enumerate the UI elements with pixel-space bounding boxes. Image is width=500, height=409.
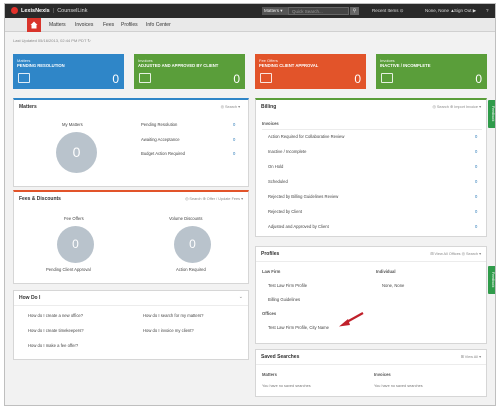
calculator-icon: [381, 73, 393, 83]
invoices-section-header: Invoices: [262, 121, 279, 126]
billing-panel: Billing ◎ Search ⊕ Import Invoice ▾ Invo…: [255, 98, 487, 237]
fee-offers-caption: Pending Client Approval: [46, 267, 91, 272]
last-updated: Last Updated 05/16/2013, 02:44 PM PDT ↻: [13, 38, 91, 43]
volume-discounts-count[interactable]: 0: [174, 226, 211, 263]
profiles-tools[interactable]: ⊞ View All Offices ◎ Search ▾: [430, 251, 481, 256]
nav-invoices[interactable]: Invoices: [75, 22, 93, 28]
my-matters-label: My Matters: [62, 122, 83, 127]
product-name: CounselLink: [57, 7, 88, 14]
howdoi-link[interactable]: How do I make a fee offer?: [28, 343, 78, 348]
law-firm-profile-link[interactable]: Test Law Firm Profile: [268, 283, 307, 288]
fee-offers-label: Fee Offers: [64, 216, 84, 221]
howdoi-link[interactable]: How do I search for my matters?: [143, 313, 204, 318]
individual-profile-link[interactable]: None, None: [382, 283, 404, 288]
fees-discounts-panel: Fees & Discounts ◎ Search ⊕ Offer / Upda…: [13, 190, 249, 284]
home-icon: [30, 21, 38, 29]
volume-discounts-label: Volume Discounts: [169, 216, 203, 221]
billing-row-link[interactable]: Rejected by Billing Guidelines Review: [268, 194, 338, 199]
search-scope-select[interactable]: Matters ▾: [262, 7, 288, 15]
fees-tools[interactable]: ◎ Search ⊕ Offer / Update Fees ▾: [185, 196, 243, 201]
saved-matters-header: Matters: [262, 372, 277, 377]
billing-guidelines-link[interactable]: Billing Guidelines: [268, 297, 300, 302]
volume-discounts-caption: Action Required: [176, 267, 206, 272]
tile-invoices-adjusted[interactable]: Invoices ADJUSTED AND APPROVED BY CLIENT…: [134, 54, 245, 89]
matters-search-link[interactable]: ◎ Search ▾: [221, 104, 240, 109]
recent-items-link[interactable]: Recent Items ⊙: [372, 8, 404, 14]
app-window: LexisNexis | CounselLink Matters ▾ Quick…: [4, 3, 496, 406]
matters-panel: Matters ◎ Search ▾ My Matters 0 Pending …: [13, 98, 249, 187]
tile-matters-pending[interactable]: Matters PENDING RESOLUTION 0: [13, 54, 124, 89]
billing-row-link[interactable]: Action Required for Collaborative Review: [268, 134, 344, 139]
law-firm-header: Law Firm: [262, 269, 281, 274]
nav-matters[interactable]: Matters: [49, 22, 66, 28]
howdoi-link[interactable]: How do I create timekeepers?: [28, 328, 84, 333]
fee-offers-count[interactable]: 0: [57, 226, 94, 263]
saved-invoices-empty: You have no saved searches: [374, 384, 423, 388]
top-bar: LexisNexis | CounselLink Matters ▾ Quick…: [5, 4, 495, 18]
brand-name: LexisNexis: [21, 7, 50, 14]
panel-title: Profiles: [261, 251, 280, 257]
billing-tools[interactable]: ◎ Search ⊕ Import Invoice ▾: [433, 104, 482, 109]
home-button[interactable]: [27, 18, 41, 32]
annotation-arrow-icon: [339, 312, 364, 327]
briefcase-icon: [18, 73, 30, 83]
my-matters-count[interactable]: 0: [56, 132, 97, 173]
saved-matters-empty: You have no saved searches: [262, 384, 311, 388]
main-nav: Matters Invoices Fees Profiles Info Cent…: [5, 18, 495, 32]
offices-header: Offices: [262, 311, 277, 316]
saved-view-all-link[interactable]: ⊞ View All ▾: [461, 354, 481, 359]
billing-row-link[interactable]: Rejected by Client: [268, 209, 302, 214]
panel-title: Billing: [261, 104, 277, 110]
user-menu[interactable]: None, None ▲: [425, 8, 455, 13]
awaiting-acceptance-link[interactable]: Awaiting Acceptance: [141, 137, 180, 142]
office-link[interactable]: Test Law Firm Profile, City Name: [268, 325, 329, 330]
logo[interactable]: LexisNexis | CounselLink: [11, 7, 87, 14]
lexisnexis-logo-icon: [11, 7, 18, 14]
quick-search-input[interactable]: Quick Search...: [288, 7, 349, 15]
help-icon[interactable]: ?: [486, 8, 489, 13]
calculator-icon: [139, 73, 151, 83]
saved-invoices-header: Invoices: [374, 372, 391, 377]
nav-info-center[interactable]: Info Center: [146, 22, 171, 28]
money-icon: [260, 73, 272, 83]
panel-title: How Do I: [19, 295, 41, 301]
tile-invoices-inactive[interactable]: Invoices INACTIVE / INCOMPLETE 0: [376, 54, 487, 89]
tile-fee-offers-pending[interactable]: Fee Offers PENDING CLIENT APPROVAL 0: [255, 54, 366, 89]
feedback-tab[interactable]: Feedback: [488, 266, 495, 294]
saved-searches-panel: Saved Searches ⊞ View All ▾ Matters Invo…: [255, 349, 487, 397]
search-icon[interactable]: ⚲: [350, 7, 359, 15]
howdoi-link[interactable]: How do I create a new office?: [28, 313, 83, 318]
pending-resolution-link[interactable]: Pending Resolution: [141, 122, 177, 127]
panel-title: Saved Searches: [261, 354, 300, 360]
profiles-panel: Profiles ⊞ View All Offices ◎ Search ▾ L…: [255, 246, 487, 344]
sign-out-link[interactable]: Sign Out ▶: [454, 8, 476, 14]
collapse-chevron-icon[interactable]: ⌄: [239, 294, 243, 300]
billing-row-link[interactable]: Scheduled: [268, 179, 288, 184]
billing-row-link[interactable]: Inactive / Incomplete: [268, 149, 306, 154]
nav-fees[interactable]: Fees: [103, 22, 114, 28]
howdoi-link[interactable]: How do I invoice my client?: [143, 328, 194, 333]
feedback-tab[interactable]: Feedback: [488, 100, 495, 128]
nav-profiles[interactable]: Profiles: [121, 22, 138, 28]
individual-header: Individual: [376, 269, 396, 274]
billing-row-link[interactable]: Adjusted and Approved by Client: [268, 224, 329, 229]
panel-title: Fees & Discounts: [19, 196, 61, 202]
billing-row-link[interactable]: On Hold: [268, 164, 283, 169]
how-do-i-panel: How Do I ⌄ How do I create a new office?…: [13, 290, 249, 360]
budget-action-link[interactable]: Budget Action Required: [141, 151, 185, 156]
panel-title: Matters: [19, 104, 37, 110]
